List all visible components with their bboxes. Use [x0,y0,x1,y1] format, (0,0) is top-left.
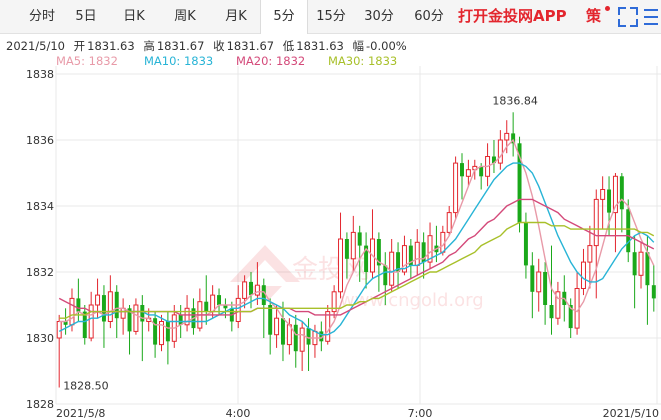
candle-body [383,265,388,286]
candle-body [107,291,113,322]
candle-body [88,304,94,339]
candle-body [133,304,139,332]
candle-body [242,281,248,299]
min-price-label: 1828.50 [63,380,109,393]
candle-body [619,176,624,210]
candle-body [587,245,593,263]
candle-body [607,189,612,213]
y-tick-label: 1832 [26,266,54,279]
x-tick-label: 2021/5/10 [603,407,659,420]
candle-body [497,139,503,164]
candle-body [280,318,285,345]
candle-body [95,294,101,306]
candle-body [651,285,656,299]
candle-body [235,297,241,322]
x-tick-label: 4:00 [226,407,251,420]
candle-body [140,305,145,322]
candle-body [645,252,650,286]
y-tick-label: 1830 [26,332,54,345]
candlestick-chart: 金投网 www.cngold.org 182818301832183418361… [26,66,661,420]
candle-body [293,324,298,352]
x-tick-label: 2021/5/8 [56,407,105,420]
candle-body [249,281,253,296]
candle-body [76,298,81,312]
candle-body [626,209,631,253]
candle-body [530,265,535,292]
candle-body [153,318,158,345]
svg-text:金投网: 金投网 [292,255,370,285]
candle-body [254,284,260,296]
candle-body [217,295,222,305]
candle-body [204,301,209,312]
candle-body [543,272,548,305]
candle-body [274,317,280,336]
candle-body [268,305,273,335]
candle-body [325,311,331,342]
y-tick-label: 1838 [26,68,54,81]
candle-body [69,297,75,326]
candle-body [299,327,305,352]
candle-body [338,238,343,293]
candle-body [306,328,311,345]
y-tick-label: 1836 [26,134,54,147]
candle-body [389,251,395,286]
candle-body [593,198,599,247]
candle-body [165,321,170,342]
candle-body [549,305,554,319]
candle-body [580,261,586,290]
candle-body [446,212,452,233]
max-price-label: 1836.84 [492,94,538,107]
candle-body [453,162,459,214]
candle-body [632,252,637,276]
candle-body [350,231,356,260]
candle-body [536,271,542,293]
candle-body [504,132,510,141]
candle-body [344,239,349,259]
candle-body [460,163,464,177]
y-tick-label: 1834 [26,200,54,213]
candle-body [523,222,528,266]
y-tick-label: 1828 [26,398,54,411]
candle-body [600,189,606,200]
candle-body [56,321,62,339]
candle-body [465,169,471,177]
x-tick-label: 7:00 [408,407,433,420]
candle-body [114,291,119,319]
candle-body [414,241,420,266]
candle-body [101,295,106,322]
candle-body [638,251,644,276]
candle-body [357,232,362,246]
